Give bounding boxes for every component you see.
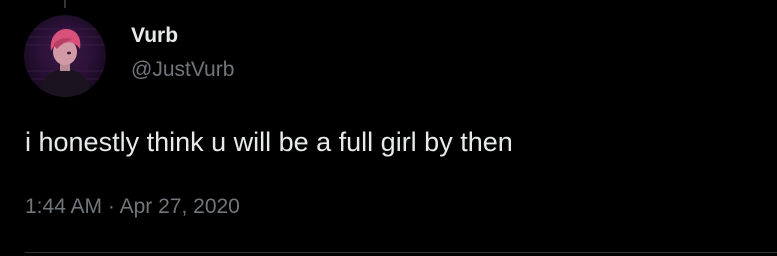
divider — [25, 252, 777, 253]
user-handle[interactable]: @JustVurb — [131, 56, 234, 84]
avatar-image — [24, 28, 106, 97]
tweet-timestamp: 1:44 AM · Apr 27, 2020 — [25, 193, 240, 221]
meta-separator: · — [107, 195, 115, 218]
tweet-text: i honestly think u will be a full girl b… — [25, 127, 513, 157]
tweet-date[interactable]: Apr 27, 2020 — [120, 195, 240, 218]
display-name[interactable]: Vurb — [131, 22, 234, 50]
thread-connector-line — [64, 0, 66, 8]
avatar[interactable] — [24, 15, 106, 97]
tweet-author: Vurb @JustVurb — [131, 22, 234, 84]
tweet-time[interactable]: 1:44 AM — [25, 195, 102, 218]
